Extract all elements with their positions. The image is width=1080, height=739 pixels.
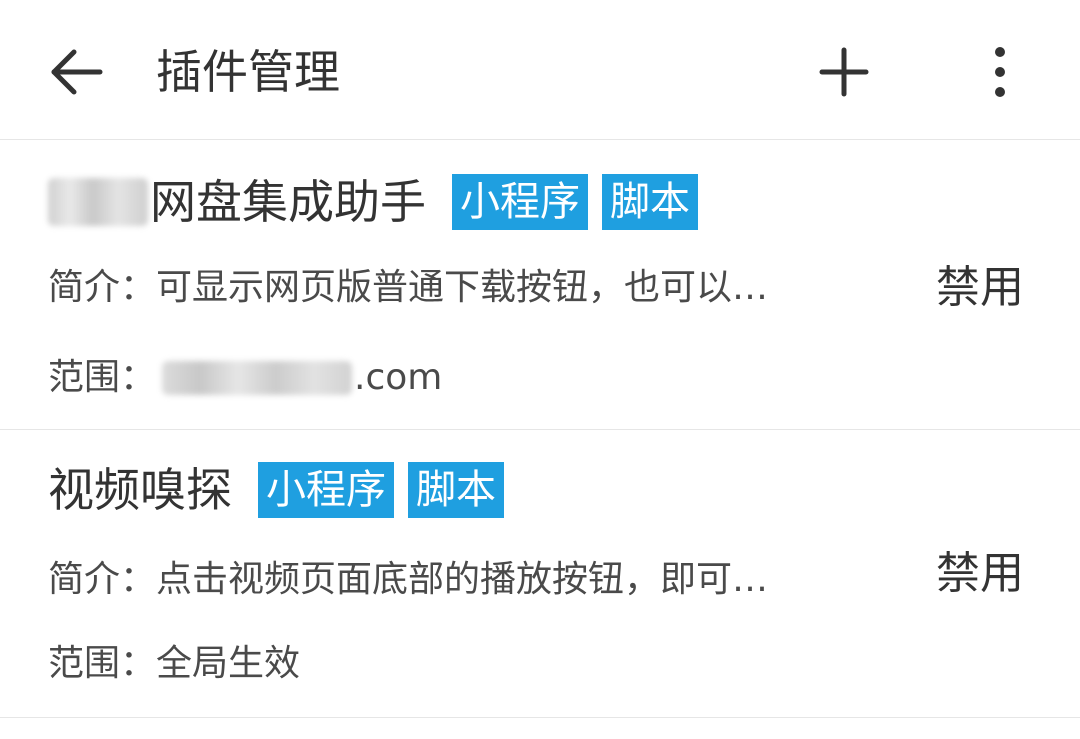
plugin-item[interactable]: 网盘集成助手 小程序 脚本 简介：可显示网页版普通下载按钮，也可以… 范围： .… [0, 140, 1080, 430]
plugin-scope: 范围： .com [48, 354, 442, 402]
scope-domain-suffix: .com [354, 357, 443, 398]
plugin-intro: 简介：可显示网页版普通下载按钮，也可以… [48, 267, 769, 308]
add-plugin-button[interactable] [812, 40, 876, 104]
scope-label: 范围： [48, 357, 157, 398]
redacted-domain [162, 361, 353, 395]
back-button[interactable] [44, 40, 108, 104]
tag-script: 脚本 [408, 462, 504, 518]
more-options-button[interactable] [968, 40, 1032, 104]
arrow-left-icon [51, 49, 103, 95]
disable-button[interactable]: 禁用 [936, 260, 1024, 316]
plugin-name-row: 网盘集成助手 小程序 脚本 [48, 172, 698, 232]
plugin-scope: 范围： 全局生效 [48, 640, 300, 688]
plugin-name: 网盘集成助手 [150, 175, 426, 229]
redacted-name-prefix [48, 178, 148, 226]
plugin-intro: 简介：点击视频页面底部的播放按钮，即可… [48, 559, 769, 600]
disable-button[interactable]: 禁用 [936, 546, 1024, 602]
scope-value: 全局生效 [156, 643, 301, 684]
more-vertical-icon [995, 47, 1005, 97]
page-title: 插件管理 [156, 45, 340, 99]
plus-icon [819, 47, 869, 97]
tag-script: 脚本 [602, 174, 698, 230]
tag-mini-program: 小程序 [258, 462, 394, 518]
plugin-name-row: 视频嗅探 小程序 脚本 [48, 460, 504, 520]
app-bar: 插件管理 [0, 0, 1080, 140]
tag-mini-program: 小程序 [452, 174, 588, 230]
plugin-name: 视频嗅探 [48, 463, 232, 517]
plugin-item[interactable]: 视频嗅探 小程序 脚本 简介：点击视频页面底部的播放按钮，即可… 范围： 全局生… [0, 430, 1080, 718]
scope-label: 范围： [48, 643, 157, 684]
